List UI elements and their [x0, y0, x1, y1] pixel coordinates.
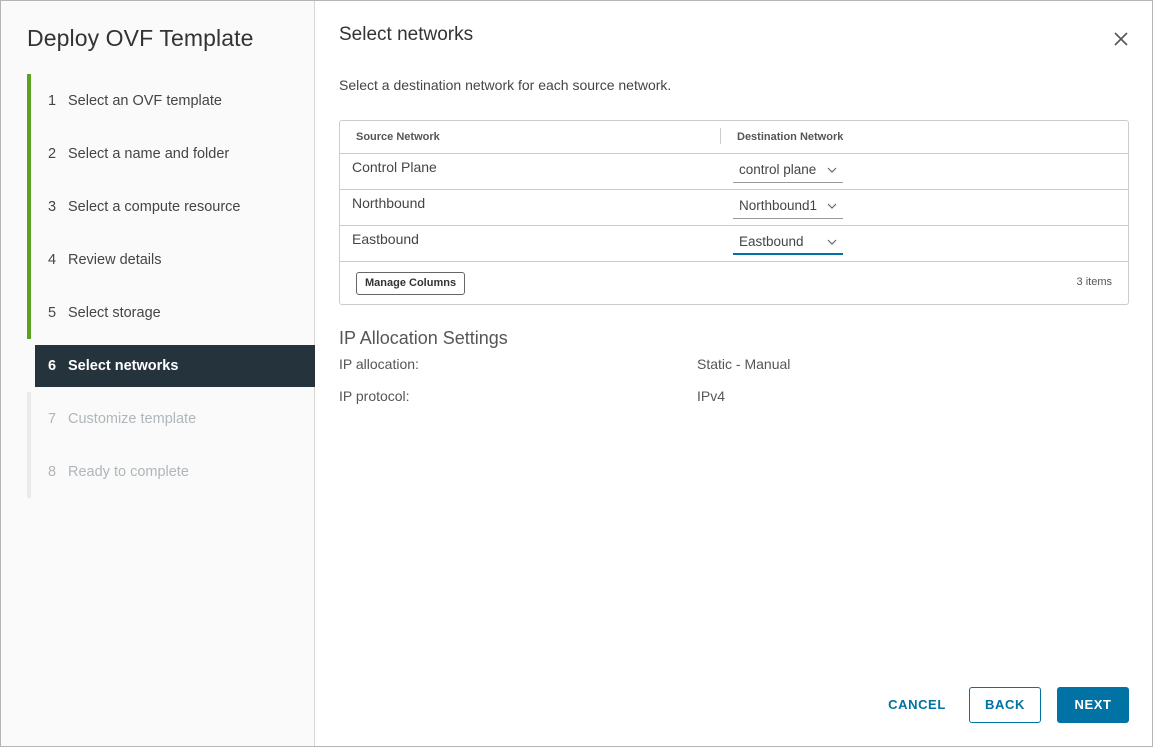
step-label: Ready to complete	[68, 463, 189, 480]
destination-network-cell: control plane	[721, 154, 843, 189]
cancel-button[interactable]: CANCEL	[877, 687, 957, 723]
step-label: Select networks	[68, 358, 179, 374]
destination-network-select[interactable]: control plane	[733, 161, 843, 183]
destination-network-select[interactable]: Northbound1	[733, 197, 843, 219]
close-icon	[1114, 32, 1128, 46]
ip-protocol-value: IPv4	[697, 388, 726, 404]
wizard-steps: 1 Select an OVF template 2 Select a name…	[27, 74, 315, 498]
manage-columns-button[interactable]: Manage Columns	[356, 272, 466, 295]
step-label: Review details	[68, 251, 162, 268]
step-number: 7	[48, 410, 57, 427]
step-label: Select a compute resource	[68, 198, 241, 215]
step-number: 5	[48, 304, 57, 321]
source-network-cell: Eastbound	[352, 231, 419, 247]
step-select-ovf-template[interactable]: 1 Select an OVF template	[27, 74, 315, 127]
step-select-networks[interactable]: 6 Select networks	[35, 345, 315, 387]
select-value: control plane	[739, 162, 817, 177]
step-ready-to-complete: 8 Ready to complete	[27, 445, 315, 498]
page-title: Select networks	[339, 24, 474, 45]
select-value: Eastbound	[739, 234, 804, 249]
source-network-cell: Northbound	[352, 195, 426, 211]
step-label: Select a name and folder	[68, 145, 230, 162]
table-row: Control Plane control plane	[340, 154, 1128, 190]
step-number: 4	[48, 251, 57, 268]
network-mapping-grid: Source Network Destination Network Contr…	[339, 120, 1129, 305]
destination-network-cell: Eastbound	[721, 226, 843, 261]
step-number: 1	[48, 92, 57, 109]
step-number: 8	[48, 463, 57, 480]
column-header-destination-network[interactable]: Destination Network	[721, 131, 843, 143]
step-review-details[interactable]: 4 Review details	[27, 233, 315, 286]
step-select-storage[interactable]: 5 Select storage	[27, 286, 315, 339]
step-number: 2	[48, 145, 57, 162]
step-select-name-folder[interactable]: 2 Select a name and folder	[27, 127, 315, 180]
wizard-title: Deploy OVF Template	[27, 25, 254, 51]
ip-allocation-value: Static - Manual	[697, 356, 791, 372]
deploy-ovf-dialog: Deploy OVF Template 1 Select an OVF temp…	[0, 0, 1153, 747]
close-button[interactable]	[1112, 30, 1130, 48]
chevron-down-icon	[827, 167, 837, 173]
step-number: 3	[48, 198, 57, 215]
step-select-compute-resource[interactable]: 3 Select a compute resource	[27, 180, 315, 233]
table-row: Northbound Northbound1	[340, 190, 1128, 226]
page-subtitle: Select a destination network for each so…	[339, 77, 672, 93]
destination-network-cell: Northbound1	[721, 190, 843, 225]
step-customize-template: 7 Customize template	[27, 392, 315, 445]
chevron-down-icon	[827, 203, 837, 209]
column-header-source-network[interactable]: Source Network	[340, 128, 721, 144]
next-button[interactable]: NEXT	[1057, 687, 1129, 723]
back-button[interactable]: BACK	[969, 687, 1041, 723]
chevron-down-icon	[827, 239, 837, 245]
step-label: Select storage	[68, 304, 161, 321]
ip-allocation-title: IP Allocation Settings	[339, 328, 508, 348]
table-row: Eastbound Eastbound	[340, 226, 1128, 262]
step-number: 6	[48, 358, 57, 374]
grid-header: Source Network Destination Network	[340, 121, 1128, 154]
step-label: Select an OVF template	[68, 92, 222, 109]
items-count: 3 items	[1076, 276, 1112, 288]
grid-footer: Manage Columns 3 items	[340, 263, 1128, 304]
step-label: Customize template	[68, 410, 197, 427]
wizard-content: Select networks Select a destination net…	[315, 1, 1152, 746]
ip-allocation-label: IP allocation:	[339, 356, 419, 372]
ip-protocol-label: IP protocol:	[339, 388, 410, 404]
wizard-sidebar: Deploy OVF Template 1 Select an OVF temp…	[1, 1, 315, 746]
select-value: Northbound1	[739, 198, 818, 213]
destination-network-select[interactable]: Eastbound	[733, 233, 843, 255]
source-network-cell: Control Plane	[352, 159, 437, 175]
